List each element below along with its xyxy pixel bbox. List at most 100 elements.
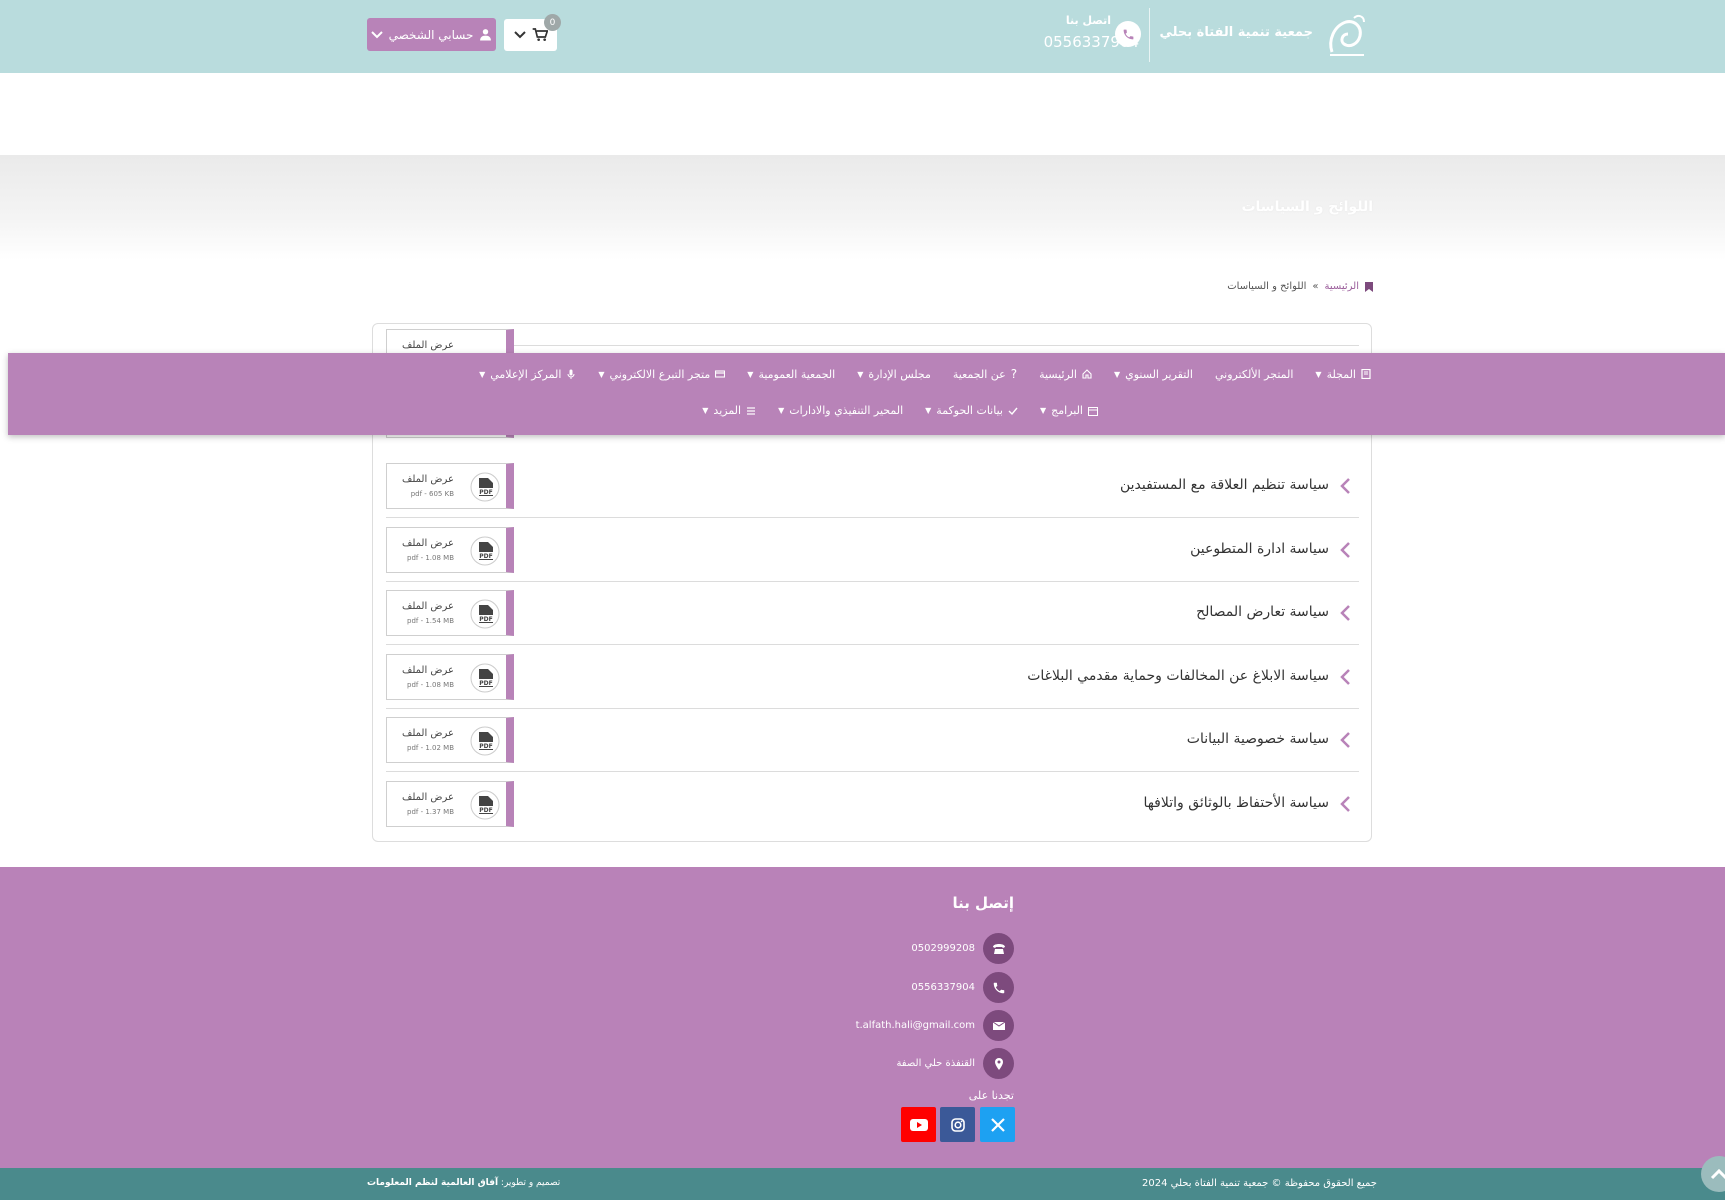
nav-item-media-center[interactable]: المركز الإعلامي ▼ xyxy=(479,368,576,381)
chevron-down-icon xyxy=(513,31,526,39)
header-divider xyxy=(1149,8,1150,62)
credits: تصميم و تطوير: آفاق العالمية لنظم المعلو… xyxy=(367,1178,560,1188)
file-size: pdf - 605 KB xyxy=(410,490,454,498)
chevron-down-icon: ▼ xyxy=(778,406,785,415)
view-file-button[interactable]: عرض الملف pdf - 1.08 MB PDF xyxy=(386,654,514,700)
nav-label: عن الجمعية xyxy=(952,367,1006,381)
twitter-x-button[interactable] xyxy=(980,1107,1015,1142)
view-file-button[interactable]: عرض الملف pdf - 1.08 MB PDF xyxy=(386,527,514,573)
file-label: عرض الملف xyxy=(401,474,454,485)
document-row[interactable]: سياسة ادارة المتطوعين عرض الملف pdf - 1.… xyxy=(386,519,1359,582)
nav-label: المزيد xyxy=(713,404,742,417)
nav-item-annual-report[interactable]: التقرير السنوي ▼ xyxy=(1114,368,1193,381)
nav-item-executive[interactable]: المحير التنفيذي والادارات ▼ xyxy=(778,404,903,417)
pdf-icon: PDF xyxy=(470,790,500,820)
youtube-icon xyxy=(909,1118,928,1131)
document-title[interactable]: سياسة تنظيم العلاقة مع المستفيدين xyxy=(1120,477,1329,493)
nav-item-about[interactable]: ? عن الجمعية xyxy=(953,367,1017,381)
credits-company[interactable]: آفاق العالمية لنظم المعلومات xyxy=(367,1178,498,1188)
bookmark-icon xyxy=(1365,281,1373,292)
file-size: pdf - 1.02 MB xyxy=(407,744,454,752)
question-icon: ? xyxy=(1010,367,1018,381)
footer: إتصل بنا 0502999208 0556337904 t.alfath.… xyxy=(0,867,1725,1168)
file-size: pdf - 1.54 MB xyxy=(407,617,454,625)
nav-item-home[interactable]: الرئيسية xyxy=(1039,368,1092,381)
user-icon xyxy=(480,29,492,41)
nav-label: المحير التنفيذي والادارات xyxy=(789,404,904,417)
phone-icon xyxy=(983,972,1014,1003)
nav-item-governance[interactable]: بيانات الحوكمة ▼ xyxy=(925,404,1018,417)
view-file-button[interactable]: عرض الملف pdf - 605 KB PDF xyxy=(386,463,514,509)
nav-item-donation-store[interactable]: متجر التبرع الالكتروني ▼ xyxy=(598,367,726,381)
document-title[interactable]: سياسة ادارة المتطوعين xyxy=(1190,541,1329,557)
chevron-left-icon xyxy=(1340,478,1350,494)
document-row[interactable]: سياسة خصوصية البيانات عرض الملف pdf - 1.… xyxy=(386,709,1359,772)
check-icon xyxy=(1008,407,1018,415)
nav-label: متجر التبرع الالكتروني xyxy=(609,367,711,381)
footer-address-text: القنفذة حلي الصفة xyxy=(896,1058,975,1069)
chevron-down-icon: ▼ xyxy=(479,369,486,379)
nav-item-general-assembly[interactable]: الجمعية العمومية ▼ xyxy=(747,368,835,381)
x-icon xyxy=(990,1117,1005,1132)
pdf-icon: PDF xyxy=(470,472,500,502)
footer-mobile-number[interactable]: 0556337904 xyxy=(911,982,975,993)
envelope-icon xyxy=(983,1010,1014,1041)
nav-row-primary: المجلة ▼ المتجر الألكتروني التقرير السنو… xyxy=(479,367,1371,381)
chevron-down-icon: ▼ xyxy=(925,406,932,415)
footer-landline: 0502999208 xyxy=(911,933,1014,964)
logo-icon[interactable] xyxy=(1324,12,1370,60)
document-row[interactable]: سياسة الابلاغ عن المخالفات وحماية مقدمي … xyxy=(386,646,1359,709)
account-label: حسابي الشخصي xyxy=(388,27,474,42)
pdf-icon: PDF xyxy=(470,726,500,756)
document-title[interactable]: سياسة الأحتفاظ بالوثائق واتلافها xyxy=(1143,795,1329,811)
page-title: اللوائح و السياسات xyxy=(1241,199,1373,215)
document-title[interactable]: سياسة الابلاغ عن المخالفات وحماية مقدمي … xyxy=(1027,668,1329,684)
file-size: pdf - 1.37 MB xyxy=(407,808,454,816)
location-pin-icon xyxy=(983,1048,1014,1079)
file-label: عرض الملف xyxy=(401,601,454,612)
document-row[interactable]: سياسة تنظيم العلاقة مع المستفيدين عرض ال… xyxy=(386,455,1359,518)
svg-text:PDF: PDF xyxy=(479,743,492,750)
nav-item-programs[interactable]: البرامج ▼ xyxy=(1040,404,1098,417)
nav-item-magazine[interactable]: المجلة ▼ xyxy=(1315,368,1371,381)
document-row[interactable]: عرض الملف xyxy=(386,283,1359,375)
top-header: جمعية تنمية الفتاة بحلي اتصل بنا 0556337… xyxy=(0,0,1725,73)
svg-text:PDF: PDF xyxy=(479,489,492,496)
youtube-button[interactable] xyxy=(901,1107,936,1142)
contact-title: اتصل بنا xyxy=(1065,14,1111,27)
view-file-button[interactable]: عرض الملف pdf - 1.54 MB PDF xyxy=(386,590,514,636)
document-title[interactable]: سياسة تعارض المصالح xyxy=(1196,604,1329,620)
chevron-down-icon: ▼ xyxy=(598,369,605,379)
account-button[interactable]: حسابي الشخصي xyxy=(367,18,496,51)
document-row[interactable]: سياسة تعارض المصالح عرض الملف pdf - 1.54… xyxy=(386,582,1359,645)
footer-email-address[interactable]: t.alfath.hali@gmail.com xyxy=(856,1020,975,1031)
cart-icon xyxy=(532,28,548,41)
footer-contact-title: إتصل بنا xyxy=(952,894,1014,912)
nav-label: المتجر الألكتروني xyxy=(1214,367,1294,381)
nav-label: المجلة xyxy=(1326,367,1356,381)
svg-text:PDF: PDF xyxy=(479,553,492,560)
book-icon xyxy=(1361,369,1371,379)
document-row[interactable]: سياسة الأحتفاظ بالوثائق واتلافها عرض الم… xyxy=(386,773,1359,836)
list-icon xyxy=(747,406,756,415)
document-title[interactable]: سياسة خصوصية البيانات xyxy=(1187,731,1329,747)
instagram-icon xyxy=(950,1117,965,1132)
nav-item-estore[interactable]: المتجر الألكتروني xyxy=(1215,368,1293,381)
view-file-button[interactable]: عرض الملف pdf - 1.02 MB PDF xyxy=(386,717,514,763)
chevron-down-icon: ▼ xyxy=(857,369,864,379)
card-icon xyxy=(715,370,726,378)
chevron-left-icon xyxy=(1340,542,1350,558)
nav-item-board[interactable]: مجلس الإدارة ▼ xyxy=(857,368,931,381)
instagram-button[interactable] xyxy=(940,1107,975,1142)
svg-text:PDF: PDF xyxy=(479,807,492,814)
view-file-button[interactable]: عرض الملف pdf - 1.37 MB PDF xyxy=(386,781,514,827)
file-label: عرض الملف xyxy=(401,538,454,549)
chevron-left-icon xyxy=(1340,732,1350,748)
chevron-up-icon xyxy=(1710,1168,1725,1180)
nav-label: التقرير السنوي xyxy=(1125,367,1193,381)
file-size: pdf - 1.08 MB xyxy=(407,681,454,689)
footer-landline-number[interactable]: 0502999208 xyxy=(911,943,975,954)
nav-item-more[interactable]: المزيد ▼ xyxy=(702,404,756,417)
pdf-icon: PDF xyxy=(470,599,500,629)
find-us-label: تجدنا على xyxy=(968,1089,1014,1102)
